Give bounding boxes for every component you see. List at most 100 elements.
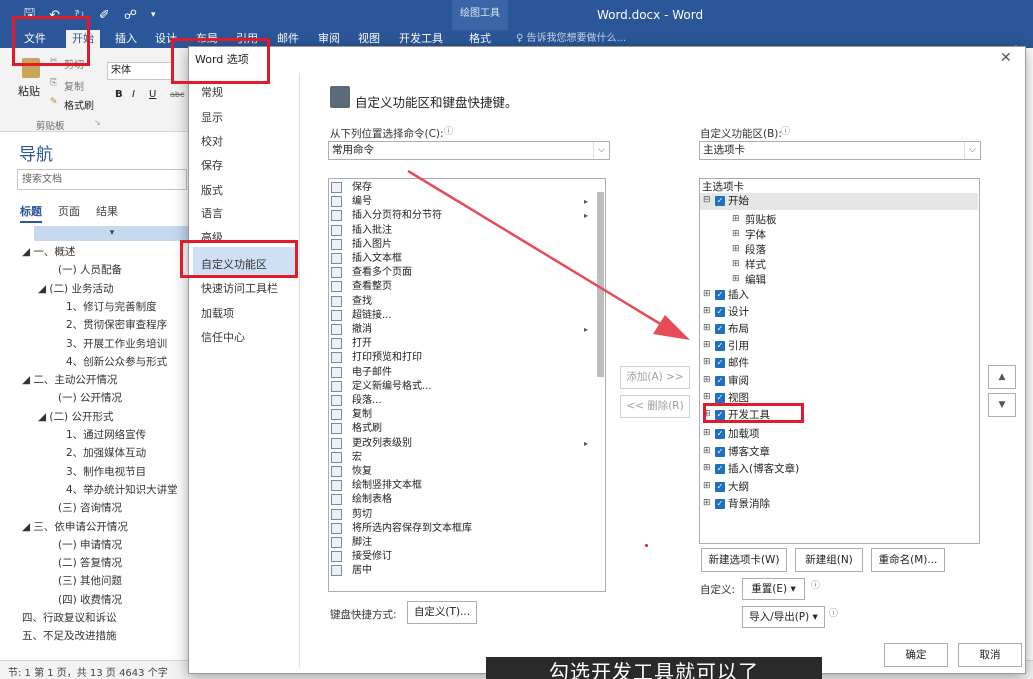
ribbon-tab-item[interactable]: 插入(博客文章) <box>728 462 799 476</box>
checkbox-checked-icon[interactable]: ✓ <box>715 376 725 386</box>
nav-heading-item[interactable]: (四) 收费情况 <box>58 593 122 607</box>
expand-icon[interactable]: ⊞ <box>703 357 711 367</box>
ribbon-tab-item[interactable]: 邮件 <box>728 356 749 370</box>
nav-heading-item[interactable]: (一) 申请情况 <box>58 538 122 552</box>
category-item[interactable]: 语言 <box>201 205 223 221</box>
expand-icon[interactable]: ⊞ <box>703 481 711 491</box>
chevron-down-icon[interactable]: ⌵ <box>593 142 609 159</box>
import-export-button[interactable]: 导入/导出(P) ▾ <box>742 606 825 628</box>
new-tab-button[interactable]: 新建选项卡(W) <box>701 548 787 572</box>
command-item[interactable]: 保存 <box>352 181 372 194</box>
expand-icon[interactable]: ⊞ <box>703 428 711 438</box>
command-item[interactable]: 剪切 <box>352 508 372 521</box>
category-item[interactable]: 加载项 <box>201 305 234 321</box>
checkbox-checked-icon[interactable]: ✓ <box>715 196 725 206</box>
expand-icon[interactable]: ⊞ <box>703 463 711 473</box>
nav-heading-item[interactable]: (二) 答复情况 <box>58 556 122 570</box>
command-item[interactable]: 绘制表格 <box>352 493 392 506</box>
format-painter-icon[interactable]: ✐ <box>99 8 110 23</box>
command-item[interactable]: 更改列表级别 <box>352 437 412 450</box>
expand-icon[interactable]: ⊞ <box>703 306 711 316</box>
expand-icon[interactable]: ⊞ <box>703 323 711 333</box>
format-painter-button[interactable]: 格式刷 <box>64 97 94 112</box>
checkbox-checked-icon[interactable]: ✓ <box>715 290 725 300</box>
nav-tab-results[interactable]: 结果 <box>96 203 118 219</box>
strikethrough-button[interactable]: abc <box>170 90 184 99</box>
nav-heading-item[interactable]: (三) 其他问题 <box>58 574 122 588</box>
command-item[interactable]: 段落... <box>352 394 382 407</box>
ribbon-tab-item[interactable]: 博客文章 <box>728 445 770 459</box>
new-group-button[interactable]: 新建组(N) <box>795 548 863 572</box>
nav-heading-item[interactable]: (一) 人员配备 <box>58 263 122 277</box>
command-item[interactable]: 超链接... <box>352 309 392 322</box>
ribbon-group-item[interactable]: 剪贴板 <box>745 213 777 227</box>
nav-search-input[interactable]: 搜索文档 <box>17 169 187 190</box>
nav-heading-item[interactable]: ◢ (二) 业务活动 <box>38 282 113 296</box>
expand-icon[interactable]: ⊞ <box>703 498 711 508</box>
command-item[interactable]: 居中 <box>352 564 372 577</box>
ribbon-tab-item[interactable]: 布局 <box>728 322 749 336</box>
format-painter-icon[interactable]: ✎ <box>50 97 58 107</box>
expand-icon[interactable]: ⊞ <box>732 214 740 224</box>
nav-heading-item[interactable]: ◢ 一、概述 <box>22 245 75 259</box>
italic-button[interactable]: I <box>132 89 135 100</box>
checkbox-checked-icon[interactable]: ✓ <box>715 482 725 492</box>
nav-heading-item[interactable]: 4、创新公众参与形式 <box>66 355 167 369</box>
nav-heading-item[interactable]: (一) 公开情况 <box>58 391 122 405</box>
nav-heading-item[interactable]: 四、行政复议和诉讼 <box>22 611 117 625</box>
nav-heading-item[interactable]: 2、贯彻保密审查程序 <box>66 318 167 332</box>
checkbox-checked-icon[interactable]: ✓ <box>715 429 725 439</box>
category-item[interactable]: 快速访问工具栏 <box>201 280 278 296</box>
ribbon-group-item[interactable]: 样式 <box>745 258 766 272</box>
expand-icon[interactable]: ⊞ <box>703 375 711 385</box>
choose-from-combo[interactable]: 常用命令 ⌵ <box>328 141 610 160</box>
ribbon-tab-item[interactable]: 大纲 <box>728 480 749 494</box>
category-item[interactable]: 校对 <box>201 133 223 149</box>
ribbon-tab-item[interactable]: 设计 <box>728 305 749 319</box>
ribbon-tab-item[interactable]: 审阅 <box>728 374 749 388</box>
close-icon[interactable]: ✕ <box>1000 50 1012 66</box>
nav-heading-item[interactable]: ◢ 二、主动公开情况 <box>22 373 117 387</box>
nav-heading-item[interactable]: 1、修订与完善制度 <box>66 300 157 314</box>
category-item[interactable]: 版式 <box>201 182 223 198</box>
ribbon-tab-item[interactable]: 加载项 <box>728 427 760 441</box>
customize-ribbon-combo[interactable]: 主选项卡 ⌵ <box>699 141 981 160</box>
command-item[interactable]: 查看整页 <box>352 280 392 293</box>
expand-icon[interactable]: ⊞ <box>703 392 711 402</box>
font-name-combo[interactable]: 宋体 <box>107 62 172 80</box>
move-up-button[interactable]: ▲ <box>988 365 1016 389</box>
command-item[interactable]: 绘制竖排文本框 <box>352 479 422 492</box>
ribbon-group-item[interactable]: 段落 <box>745 243 766 257</box>
expand-icon[interactable]: ⊞ <box>732 229 740 239</box>
expand-icon[interactable]: ⊞ <box>703 289 711 299</box>
keyboard-customize-button[interactable]: 自定义(T)... <box>407 601 477 624</box>
cancel-button[interactable]: 取消 <box>958 643 1022 667</box>
nav-heading-item[interactable]: 1、通过网络宣传 <box>66 428 146 442</box>
ribbon-group-item[interactable]: 字体 <box>745 228 766 242</box>
expand-icon[interactable]: ⊞ <box>732 259 740 269</box>
checkbox-checked-icon[interactable]: ✓ <box>715 307 725 317</box>
checkbox-checked-icon[interactable]: ✓ <box>715 341 725 351</box>
checkbox-checked-icon[interactable]: ✓ <box>715 447 725 457</box>
ribbon-tab-item[interactable]: 插入 <box>728 288 749 302</box>
nav-tab-pages[interactable]: 页面 <box>58 203 80 219</box>
nav-heading-item[interactable]: ◢ (二) 公开形式 <box>38 410 113 424</box>
category-item[interactable]: 常规 <box>201 84 223 100</box>
ribbon-tab-item[interactable]: 引用 <box>728 339 749 353</box>
paste-button[interactable]: 粘贴 <box>18 83 40 99</box>
customize-qat-icon[interactable]: ▾ <box>151 10 156 20</box>
nav-heading-item[interactable]: 3、开展工作业务培训 <box>66 337 167 351</box>
checkbox-checked-icon[interactable]: ✓ <box>715 499 725 509</box>
nav-heading-item[interactable]: (三) 咨询情况 <box>58 501 122 515</box>
command-item[interactable]: 插入批注 <box>352 224 392 237</box>
copy-button[interactable]: 复制 <box>64 78 84 93</box>
command-item[interactable]: 电子邮件 <box>352 366 392 379</box>
command-item[interactable]: 插入图片 <box>352 238 392 251</box>
move-down-button[interactable]: ▼ <box>988 393 1016 417</box>
expand-icon[interactable]: ⊞ <box>703 446 711 456</box>
checkbox-checked-icon[interactable]: ✓ <box>715 393 725 403</box>
checkbox-checked-icon[interactable]: ✓ <box>715 464 725 474</box>
expand-icon[interactable]: ⊞ <box>703 340 711 350</box>
copy-icon[interactable]: ⎘ <box>50 78 57 88</box>
expand-icon[interactable]: ⊞ <box>732 244 740 254</box>
